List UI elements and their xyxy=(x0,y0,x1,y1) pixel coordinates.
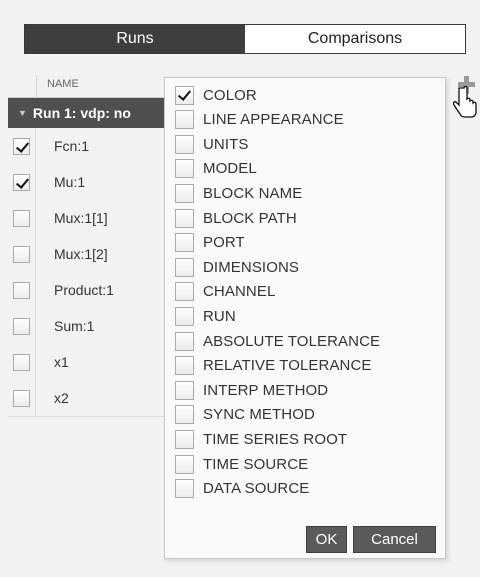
column-option[interactable]: TIME SOURCE xyxy=(175,452,308,476)
cancel-button[interactable]: Cancel xyxy=(353,526,436,553)
column-option-label: CHANNEL xyxy=(203,283,276,301)
signal-name: Mu:1 xyxy=(54,174,86,190)
column-option-label: LINE APPEARANCE xyxy=(203,111,344,129)
column-option[interactable]: CHANNEL xyxy=(175,280,275,304)
column-option-label: ABSOLUTE TOLERANCE xyxy=(203,332,381,350)
table-row[interactable]: Mux:1[2] xyxy=(8,236,164,272)
column-option[interactable]: ABSOLUTE TOLERANCE xyxy=(175,329,380,353)
column-option-checkbox[interactable] xyxy=(175,233,194,253)
column-option-checkbox[interactable] xyxy=(175,380,194,400)
row-checkbox-cell xyxy=(8,128,36,164)
tab-runs[interactable]: Runs xyxy=(25,25,245,53)
signal-checkbox[interactable] xyxy=(13,281,30,299)
view-toggle: Runs Comparisons xyxy=(24,24,466,54)
row-checkbox-cell xyxy=(8,380,36,416)
column-option[interactable]: UNITS xyxy=(175,132,249,156)
table-row[interactable]: x2 xyxy=(8,380,164,416)
table-row[interactable]: Mux:1[1] xyxy=(8,200,164,236)
collapse-triangle-icon[interactable]: ▼ xyxy=(18,108,27,118)
row-checkbox-cell xyxy=(8,164,36,200)
column-option-label: DIMENSIONS xyxy=(203,258,300,276)
column-option-checkbox[interactable] xyxy=(175,405,194,425)
column-option-checkbox[interactable] xyxy=(175,134,194,154)
row-checkbox-cell xyxy=(8,200,36,236)
signal-checkbox[interactable] xyxy=(13,137,30,155)
column-option-checkbox[interactable] xyxy=(175,183,194,203)
signal-name: Mux:1[1] xyxy=(54,210,108,226)
table-row[interactable]: Fcn:1 xyxy=(8,128,164,164)
column-option[interactable]: RUN xyxy=(175,304,236,328)
ok-button[interactable]: OK xyxy=(306,526,347,553)
column-option[interactable]: DIMENSIONS xyxy=(175,255,299,279)
column-option-checkbox[interactable] xyxy=(175,331,194,351)
column-option-label: TIME SOURCE xyxy=(203,455,309,473)
column-option-label: PORT xyxy=(203,234,245,252)
signal-name: Sum:1 xyxy=(54,318,95,334)
column-option[interactable]: SYNC METHOD xyxy=(175,403,315,427)
table-row[interactable]: Mu:1 xyxy=(8,164,164,200)
column-option[interactable]: LINE APPEARANCE xyxy=(175,108,344,132)
signal-name: Mux:1[2] xyxy=(54,246,108,262)
run-group-row[interactable]: ▼ Run 1: vdp: no xyxy=(8,98,164,128)
column-option[interactable]: BLOCK PATH xyxy=(175,206,297,230)
column-option-checkbox[interactable] xyxy=(175,257,194,277)
run-label: Run 1: vdp: no xyxy=(32,105,131,121)
column-option-label: UNITS xyxy=(203,135,249,153)
column-chooser-popup: COLOR LINE APPEARANCE UNITS MODEL BLOCK NAME… xyxy=(164,77,446,559)
column-option-label: RELATIVE TOLERANCE xyxy=(203,357,372,375)
signal-checkbox[interactable] xyxy=(13,245,30,263)
hand-pointer-icon xyxy=(452,85,477,118)
column-option-label: MODEL xyxy=(203,160,257,178)
column-option-checkbox[interactable] xyxy=(175,85,194,105)
column-option-checkbox[interactable] xyxy=(175,306,194,326)
column-option-checkbox[interactable] xyxy=(175,479,194,499)
column-option-checkbox[interactable] xyxy=(175,110,194,130)
column-option-label: BLOCK NAME xyxy=(203,184,303,202)
column-option-checkbox[interactable] xyxy=(175,356,194,376)
row-checkbox-cell xyxy=(8,344,36,380)
table-row[interactable]: Sum:1 xyxy=(8,308,164,344)
row-checkbox-cell xyxy=(8,236,36,272)
column-option-checkbox[interactable] xyxy=(175,454,194,474)
signal-table: NAME ▼ Run 1: vdp: no Fcn:1 Mu:1 Mux:1[1] M… xyxy=(8,75,164,417)
add-column-plus-icon[interactable] xyxy=(452,74,480,120)
column-option-checkbox[interactable] xyxy=(175,282,194,302)
column-option[interactable]: MODEL xyxy=(175,157,257,181)
column-option[interactable]: TIME SERIES ROOT xyxy=(175,427,347,451)
table-row[interactable]: x1 xyxy=(8,344,164,380)
column-option[interactable]: RELATIVE TOLERANCE xyxy=(175,354,372,378)
signal-checkbox[interactable] xyxy=(13,317,30,335)
column-option-label: INTERP METHOD xyxy=(203,381,329,399)
column-option[interactable]: PORT xyxy=(175,231,245,255)
column-option-label: BLOCK PATH xyxy=(203,209,297,227)
column-option-checkbox[interactable] xyxy=(175,208,194,228)
column-option-label: RUN xyxy=(203,307,236,325)
table-header: NAME xyxy=(8,75,164,98)
row-checkbox-cell xyxy=(8,272,36,308)
column-option-label: DATA SOURCE xyxy=(203,480,310,498)
table-row[interactable]: Product:1 xyxy=(8,272,164,308)
column-option[interactable]: DATA SOURCE xyxy=(175,477,309,501)
column-option[interactable]: INTERP METHOD xyxy=(175,378,328,402)
column-option[interactable]: COLOR xyxy=(175,83,257,107)
column-header-name[interactable]: NAME xyxy=(36,75,79,97)
signal-name: Fcn:1 xyxy=(54,138,90,154)
signal-checkbox[interactable] xyxy=(13,173,30,191)
column-option[interactable]: BLOCK NAME xyxy=(175,181,302,205)
signal-name: x2 xyxy=(54,390,69,406)
signal-checkbox[interactable] xyxy=(13,353,30,371)
column-option-label: TIME SERIES ROOT xyxy=(203,430,348,448)
signal-checkbox[interactable] xyxy=(13,389,30,407)
signal-name: x1 xyxy=(54,354,69,370)
signal-checkbox[interactable] xyxy=(13,209,30,227)
row-checkbox-cell xyxy=(8,308,36,344)
column-option-checkbox[interactable] xyxy=(175,429,194,449)
tab-comparisons[interactable]: Comparisons xyxy=(245,25,465,53)
column-option-label: COLOR xyxy=(203,86,257,104)
column-option-label: SYNC METHOD xyxy=(203,406,315,424)
column-option-checkbox[interactable] xyxy=(175,159,194,179)
signal-name: Product:1 xyxy=(54,282,114,298)
